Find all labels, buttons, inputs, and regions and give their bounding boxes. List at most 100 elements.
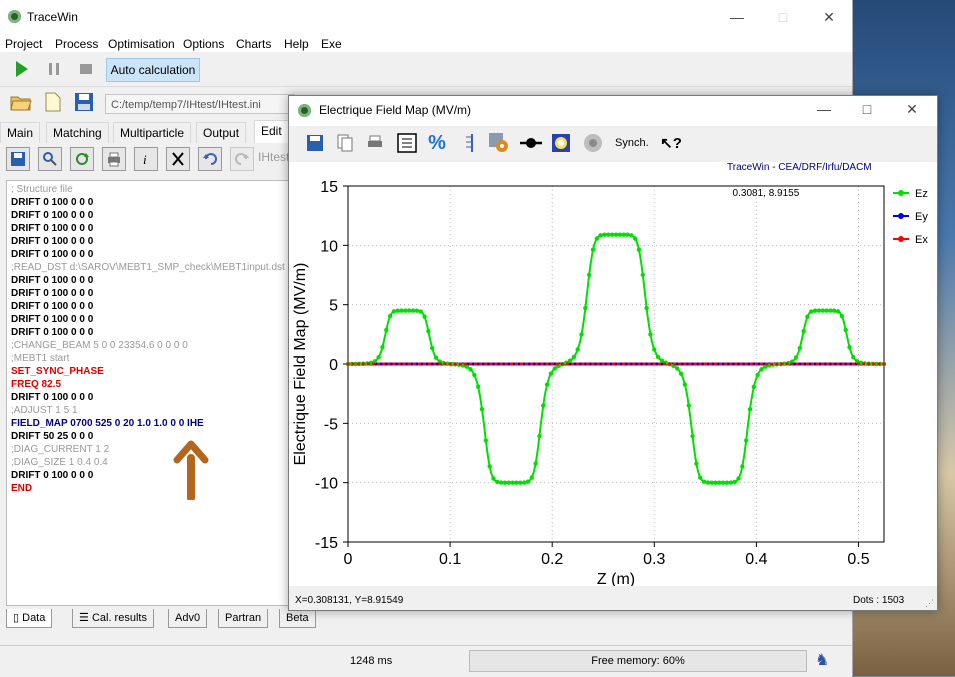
main-window-title: TraceWin: [27, 10, 78, 24]
chart-minimize-button[interactable]: —: [801, 94, 847, 124]
data-point-ez: [541, 403, 546, 408]
save-icon[interactable]: [303, 131, 327, 155]
data-point-ez: [717, 480, 722, 485]
resize-grip-icon[interactable]: ⋰: [925, 598, 935, 608]
menu-process[interactable]: Process: [55, 37, 98, 51]
editor-line: FREQ 82.5: [11, 379, 62, 390]
find-icon[interactable]: [38, 147, 62, 171]
data-point-ex: [703, 362, 707, 366]
menu-help[interactable]: Help: [284, 37, 309, 51]
data-point-ez: [395, 308, 400, 313]
tab-data[interactable]: ▯ Data: [6, 609, 53, 628]
close-button[interactable]: ✕: [806, 0, 852, 34]
menu-exe[interactable]: Exe: [321, 37, 342, 51]
help-cursor-icon[interactable]: ↖?: [659, 131, 683, 155]
chart-close-button[interactable]: ✕: [889, 94, 935, 124]
auto-calculation-button[interactable]: Auto calculation: [106, 58, 200, 82]
record-icon[interactable]: [581, 131, 605, 155]
refresh-icon[interactable]: [70, 147, 94, 171]
data-point-ez: [548, 371, 554, 376]
pause-icon[interactable]: [43, 58, 65, 80]
data-point-ex: [617, 362, 621, 366]
stop-icon[interactable]: [75, 58, 97, 80]
edit-toolbar: i: [0, 143, 300, 175]
data-point-ez: [380, 345, 385, 350]
memory-bar: Free memory: 60%: [469, 650, 807, 672]
tab-data-label: Data: [22, 612, 46, 624]
x-tick-label: 0.3: [643, 551, 665, 568]
menu-options[interactable]: Options: [183, 37, 224, 51]
tab-multiparticle[interactable]: Multiparticle: [113, 122, 192, 143]
data-point-ex: [402, 362, 406, 366]
open-folder-icon[interactable]: [10, 91, 32, 113]
x-tick-label: 0.1: [439, 551, 461, 568]
data-point-ez: [652, 347, 657, 352]
minimize-button[interactable]: —: [714, 0, 760, 34]
tab-matching[interactable]: Matching: [46, 122, 109, 143]
data-point-ex: [719, 362, 723, 366]
menu-optimisation[interactable]: Optimisation: [108, 37, 175, 51]
marker-line-icon[interactable]: [519, 131, 543, 155]
data-point-ex: [693, 362, 697, 366]
data-point-ez: [609, 232, 615, 237]
copy-icon[interactable]: [333, 131, 357, 155]
document-icon: ▯: [13, 612, 20, 624]
data-point-ez: [590, 247, 596, 252]
italic-icon[interactable]: i: [134, 147, 158, 171]
data-point-ez: [583, 305, 588, 311]
editor-line: END: [11, 483, 33, 494]
data-point-ex: [555, 362, 559, 366]
editor-line: DRIFT 0 100 0 0 0: [11, 470, 94, 481]
person-icon[interactable]: ♞: [815, 650, 835, 670]
chart-maximize-button[interactable]: □: [844, 94, 890, 124]
tab-adv0[interactable]: Adv0: [168, 609, 208, 628]
redo-icon[interactable]: [230, 147, 254, 171]
percent-icon[interactable]: %: [425, 131, 449, 155]
legend-label-ey: Ey: [915, 211, 928, 223]
cursor-readout: 0.3081, 8.9155: [733, 188, 800, 199]
data-point-ez: [678, 371, 684, 376]
data-point-ez: [675, 366, 680, 371]
tab-beta[interactable]: Beta: [279, 609, 316, 628]
menu-project[interactable]: Project: [5, 37, 42, 51]
data-point-ex: [438, 362, 442, 366]
data-point-ex: [831, 362, 835, 366]
tab-cal-results[interactable]: ☰ Cal. results: [72, 609, 154, 628]
data-point-ez: [690, 433, 695, 439]
data-point-ex: [356, 362, 360, 366]
data-point-ex: [811, 362, 815, 366]
project-path-field[interactable]: C:/temp/temp7/IHtest/IHtest.ini: [105, 94, 295, 114]
ruler-icon[interactable]: [457, 131, 481, 155]
save-icon[interactable]: [73, 91, 95, 113]
data-point-ex: [826, 362, 830, 366]
legend-marker-ex: [898, 236, 904, 242]
y-tick-label: -10: [315, 476, 338, 493]
data-point-ex: [729, 362, 733, 366]
print-icon[interactable]: [363, 131, 387, 155]
tab-edit[interactable]: Edit: [254, 120, 289, 143]
settings-gear-icon[interactable]: [487, 131, 511, 155]
save-icon[interactable]: [6, 147, 30, 171]
editor-line: DRIFT 0 100 0 0 0: [11, 392, 94, 403]
heatmap-icon[interactable]: [549, 131, 573, 155]
menu-charts[interactable]: Charts: [236, 37, 271, 51]
structure-file-editor[interactable]: ; Structure file DRIFT 0 100 0 0 0 DRIFT 0…: [6, 180, 292, 606]
data-point-ez: [747, 407, 753, 412]
list-icon[interactable]: [395, 131, 419, 155]
tab-output[interactable]: Output: [196, 122, 247, 143]
data-point-ez: [613, 232, 619, 237]
tab-partran[interactable]: Partran: [218, 609, 269, 628]
data-point-ex: [520, 362, 524, 366]
undo-icon[interactable]: [198, 147, 222, 171]
tab-main[interactable]: Main: [0, 122, 41, 143]
print-icon[interactable]: [102, 147, 126, 171]
data-point-ez: [751, 384, 757, 390]
maximize-button[interactable]: □: [760, 0, 806, 34]
data-point-ex: [780, 362, 784, 366]
play-icon[interactable]: [11, 58, 33, 80]
editor-line: DRIFT 0 100 0 0 0: [11, 301, 94, 312]
synch-label[interactable]: Synch.: [615, 137, 649, 149]
new-file-icon[interactable]: [42, 91, 64, 113]
cut-icon[interactable]: [166, 147, 190, 171]
memory-label: Free memory: 60%: [591, 655, 685, 667]
